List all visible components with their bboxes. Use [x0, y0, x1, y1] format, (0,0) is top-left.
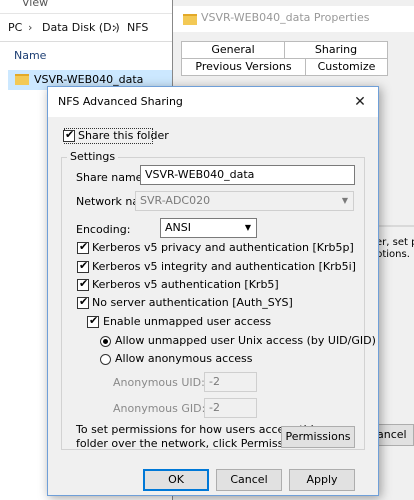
tab-customize[interactable]: Customize — [305, 58, 388, 76]
auth-sys-label[interactable]: No server authentication [Auth_SYS] — [92, 296, 293, 309]
ok-button[interactable]: OK — [143, 469, 209, 491]
cancel-button[interactable]: Cancel — [216, 469, 282, 491]
krb5i-checkbox[interactable] — [77, 259, 89, 273]
breadcrumb-data-disk[interactable]: Data Disk (D:) — [42, 21, 120, 34]
enable-unmapped-checkbox[interactable] — [87, 314, 99, 328]
anonymous-uid-input[interactable]: -2 — [204, 372, 257, 392]
share-name-input[interactable]: VSVR-WEB040_data — [140, 165, 355, 185]
chevron-down-icon[interactable]: ▼ — [337, 192, 353, 210]
breadcrumb-nfs[interactable]: NFS — [127, 21, 148, 34]
tab-previous-versions[interactable]: Previous Versions — [181, 58, 306, 76]
properties-titlebar[interactable]: VSVR-WEB040_data Properties — [173, 6, 414, 32]
dialog-titlebar[interactable]: NFS Advanced Sharing ✕ — [48, 87, 378, 117]
permissions-button[interactable]: Permissions — [281, 426, 355, 448]
nfs-advanced-sharing-dialog: NFS Advanced Sharing ✕ Share this folder… — [47, 86, 379, 496]
properties-text-fragment: ptions. — [376, 249, 410, 260]
encoding-label: Encoding: — [76, 223, 131, 236]
address-bar[interactable]: PC › Data Disk (D:) › NFS — [0, 14, 175, 42]
folder-icon — [183, 14, 197, 25]
network-name-select[interactable]: SVR-ADC020 ▼ — [135, 191, 354, 211]
auth-sys-checkbox[interactable] — [77, 295, 89, 309]
anonymous-gid-label: Anonymous GID: — [113, 402, 206, 415]
apply-button[interactable]: Apply — [289, 469, 355, 491]
encoding-value: ANSI — [165, 221, 191, 234]
folder-icon — [15, 74, 29, 85]
enable-unmapped-label[interactable]: Enable unmapped user access — [103, 315, 271, 328]
share-this-folder-label[interactable]: Share this folder — [78, 129, 169, 142]
close-icon[interactable]: ✕ — [348, 91, 372, 113]
tab-general[interactable]: General — [181, 41, 285, 59]
tab-sharing[interactable]: Sharing — [284, 41, 388, 59]
network-name-value: SVR-ADC020 — [140, 194, 211, 207]
share-name-label: Share name: — [76, 171, 147, 184]
breadcrumb-separator-icon[interactable]: › — [113, 21, 117, 34]
file-name: VSVR-WEB040_data — [34, 73, 144, 86]
breadcrumb-separator-icon[interactable]: › — [28, 21, 32, 34]
column-header-name[interactable]: Name — [14, 49, 46, 62]
krb5-label[interactable]: Kerberos v5 authentication [Krb5] — [92, 278, 279, 291]
share-this-folder-checkbox[interactable] — [63, 128, 75, 142]
krb5-checkbox[interactable] — [77, 277, 89, 291]
allow-unix-access-radio[interactable] — [100, 336, 111, 347]
allow-unix-access-label[interactable]: Allow unmapped user Unix access (by UID/… — [115, 334, 376, 347]
properties-title: VSVR-WEB040_data Properties — [201, 11, 370, 24]
krb5p-label[interactable]: Kerberos v5 privacy and authentication [… — [92, 241, 354, 254]
properties-text-fragment: er, set pe — [376, 237, 414, 248]
anonymous-uid-label: Anonymous UID: — [113, 376, 205, 389]
chevron-down-icon[interactable]: ▼ — [240, 219, 256, 237]
krb5i-label[interactable]: Kerberos v5 integrity and authentication… — [92, 260, 356, 273]
encoding-select[interactable]: ANSI ▼ — [160, 218, 257, 238]
anonymous-gid-input[interactable]: -2 — [204, 398, 257, 418]
permissions-help-text: folder over the network, click Permissio… — [76, 437, 306, 450]
dialog-title: NFS Advanced Sharing — [58, 95, 183, 108]
allow-anonymous-label[interactable]: Allow anonymous access — [115, 352, 253, 365]
menu-view[interactable]: View — [22, 0, 48, 9]
krb5p-checkbox[interactable] — [77, 240, 89, 254]
settings-legend: Settings — [67, 150, 119, 163]
breadcrumb-pc[interactable]: PC — [8, 21, 22, 34]
allow-anonymous-radio[interactable] — [100, 354, 111, 365]
